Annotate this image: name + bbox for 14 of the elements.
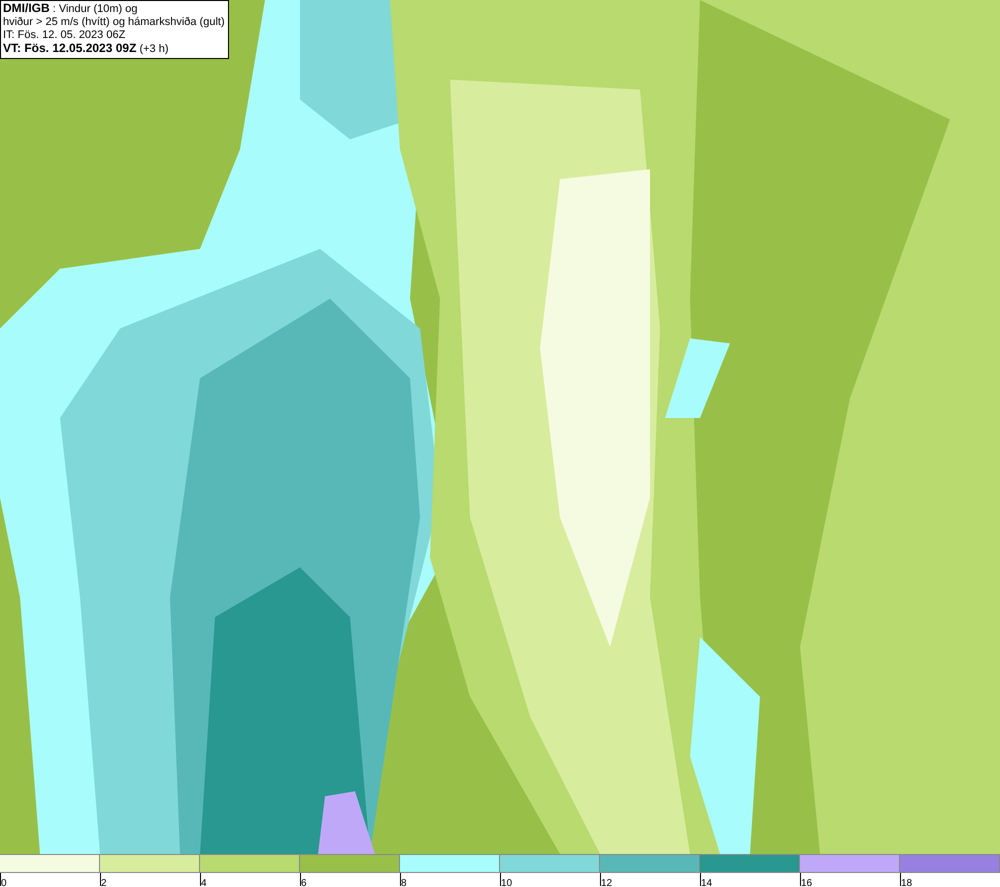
info-text: IT: Fös. 12. 05. 2023 06Z <box>3 29 126 42</box>
info-text: hviður > 25 m/s (hvítt) og hámarkshviða (gult) <box>3 16 225 29</box>
legend-label: 14 <box>701 878 712 886</box>
info-text: DMI/IGB : Vindur (10m) og <box>3 2 139 16</box>
legend-label: 16 <box>801 878 812 886</box>
legend-label: 4 <box>201 878 207 886</box>
legend-label: 8 <box>401 878 407 886</box>
legend-label: 2 <box>101 878 107 886</box>
legend-label: 12 <box>601 878 612 886</box>
info-text: VT: Fös. 12.05.2023 09Z (+3 h) <box>3 42 170 56</box>
legend-label: 6 <box>301 878 307 886</box>
legend-label: 18 <box>901 878 912 886</box>
legend-label: 0 <box>1 878 7 886</box>
legend-label: 10 <box>501 878 512 886</box>
